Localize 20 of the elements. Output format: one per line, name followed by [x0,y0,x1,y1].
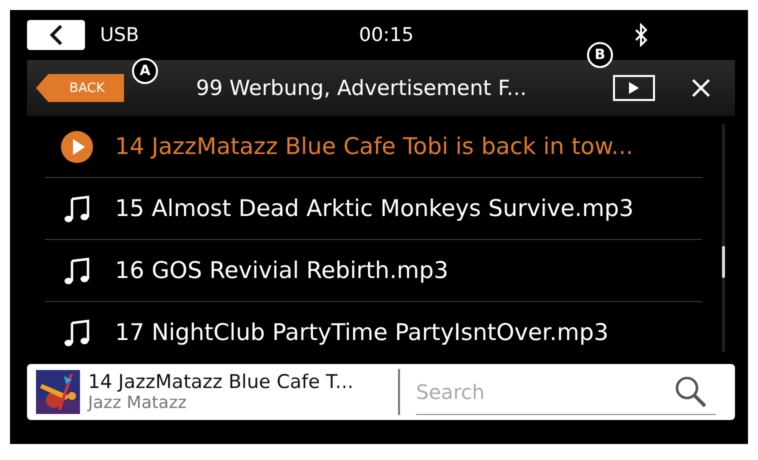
callout-marker: A [132,58,158,84]
play-icon [61,130,93,162]
close-button[interactable] [691,78,711,98]
track-row[interactable]: 17 NightClub PartyTime PartyIsntOver.mp3 [45,302,702,363]
source-label: USB [100,24,140,46]
artist-name: Jazz Matazz [88,393,188,413]
search-icon [674,374,708,408]
back-button[interactable] [27,20,85,50]
callout-marker: B [587,42,613,68]
folder-title: 99 Werbung, Advertisement F... [196,76,528,100]
bluetooth-icon [634,23,648,47]
chevron-left-icon [49,24,63,46]
track-row[interactable]: 16 GOS Revivial Rebirth.mp3 [45,240,702,302]
track-row[interactable]: 14 JazzMatazz Blue Cafe Tobi is back in tow... [45,116,702,178]
track-row[interactable]: 15 Almost Dead Arktic Monkeys Survive.mp3 [45,178,702,240]
clock-time: 00:15 [359,24,415,46]
play-icon [628,82,640,94]
close-icon [691,78,711,98]
play-button[interactable] [613,75,655,101]
track-title: 14 JazzMatazz Blue Cafe T... [88,371,354,393]
